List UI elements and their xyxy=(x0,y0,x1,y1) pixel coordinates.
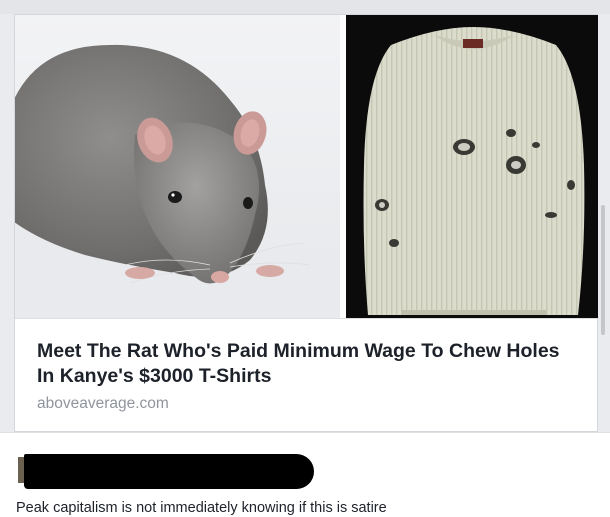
rat-photo[interactable] xyxy=(15,15,340,318)
divider xyxy=(0,432,610,433)
sweater-photo[interactable] xyxy=(346,15,598,318)
article-domain[interactable]: aboveaverage.com xyxy=(37,395,169,413)
link-preview-card[interactable]: Meet The Rat Who's Paid Minimum Wage To … xyxy=(14,14,598,432)
scrollbar[interactable] xyxy=(601,205,605,335)
link-caption[interactable]: Meet The Rat Who's Paid Minimum Wage To … xyxy=(15,318,597,431)
comment-section: Peak capitalism is not immediately knowi… xyxy=(0,432,610,517)
article-headline[interactable]: Meet The Rat Who's Paid Minimum Wage To … xyxy=(37,339,567,389)
top-strip xyxy=(0,0,610,14)
redacted-name xyxy=(24,454,314,489)
comment-text: Peak capitalism is not immediately knowi… xyxy=(16,500,387,516)
